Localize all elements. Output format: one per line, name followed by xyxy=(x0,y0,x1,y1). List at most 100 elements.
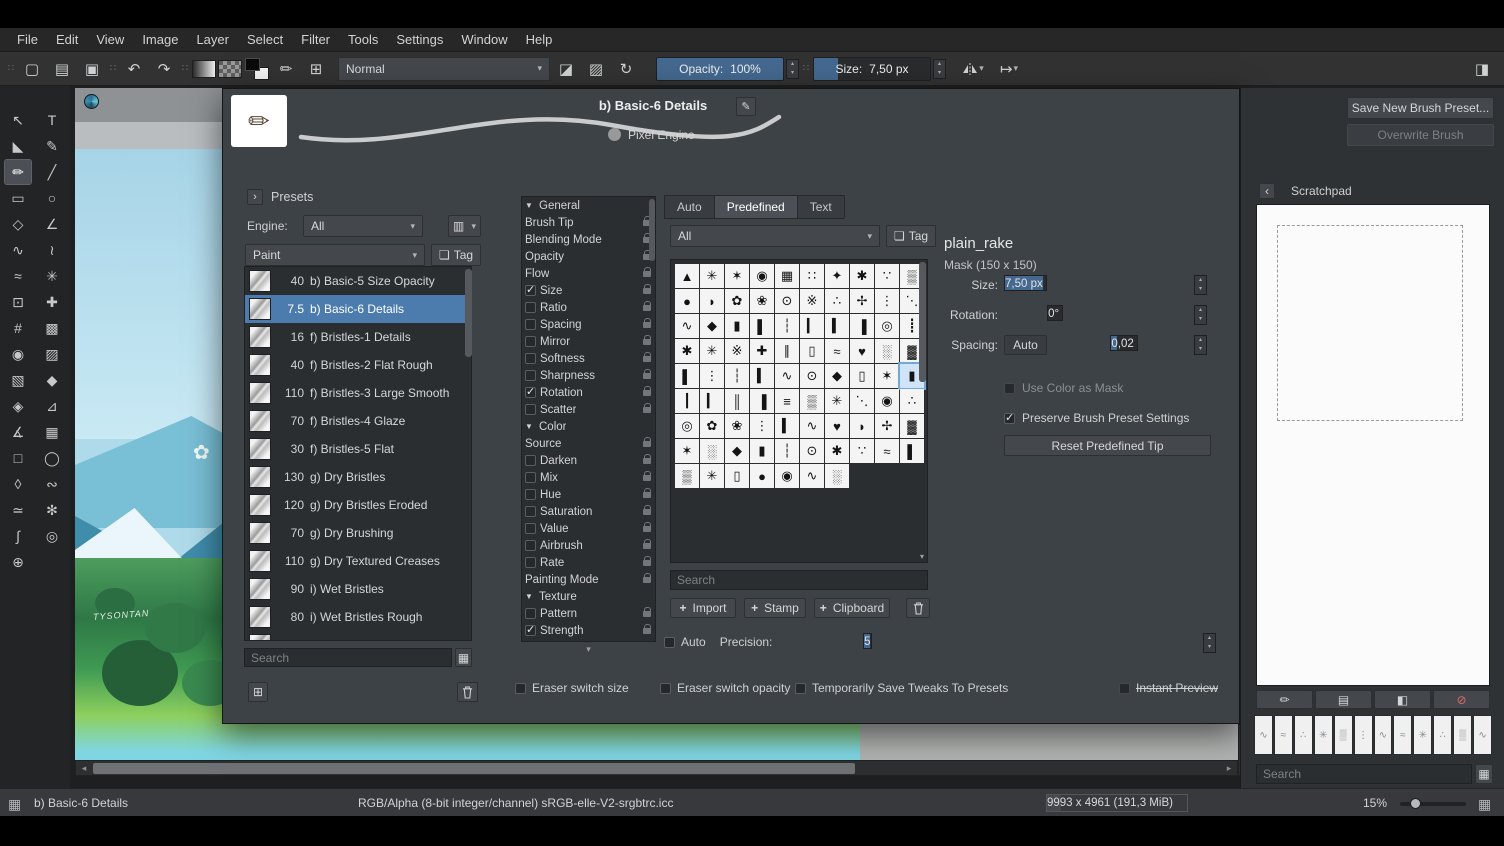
brush-tip-thumbnail[interactable]: ┃ xyxy=(675,389,699,413)
move-tool[interactable]: ✚ xyxy=(39,290,65,314)
tip-filter-combobox[interactable]: All xyxy=(670,225,880,247)
precision-slider[interactable]: 5 xyxy=(863,633,871,649)
brush-tip-thumbnail[interactable]: ● xyxy=(750,464,774,488)
lock-icon[interactable] xyxy=(643,577,651,583)
brush-tip-thumbnail[interactable]: ▯ xyxy=(800,339,824,363)
import-tip-button[interactable]: Import xyxy=(670,598,736,618)
lock-icon[interactable] xyxy=(643,305,651,311)
overwrite-brush-button[interactable]: Overwrite Brush xyxy=(1347,124,1494,146)
option-checkbox[interactable] xyxy=(525,625,536,636)
eraser-switch-opacity-checkbox[interactable] xyxy=(660,683,671,694)
brush-tip-thumbnail[interactable]: ▐ xyxy=(850,314,874,338)
brush-tip-thumbnail[interactable]: ◎ xyxy=(675,414,699,438)
brush-tip-thumbnail[interactable]: ▒ xyxy=(675,464,699,488)
preset-list-scrollbar[interactable] xyxy=(465,269,472,357)
preset-list-item[interactable]: 130 g) Dry Bristles xyxy=(245,463,471,491)
preset-strip-thumbnail[interactable]: ∴ xyxy=(1433,715,1452,755)
tip-rotation-slider[interactable]: 0° xyxy=(1047,305,1063,321)
brush-tip-thumbnail[interactable]: ✢ xyxy=(875,414,899,438)
lock-icon[interactable] xyxy=(643,492,651,498)
measure-tool[interactable]: ∡ xyxy=(5,420,31,444)
eraser-mode-button[interactable]: ◪ xyxy=(552,56,580,82)
brush-tip-thumbnail[interactable]: ▒ xyxy=(800,389,824,413)
brush-preset-chooser-button[interactable]: ✏ xyxy=(272,56,300,82)
brush-tip-thumbnail[interactable]: ▌ xyxy=(675,364,699,388)
brush-tip-thumbnail[interactable]: ▲ xyxy=(675,264,699,288)
mirror-horizontal-button[interactable]: ▾ xyxy=(956,56,990,82)
tip-grid-scroll-down-icon[interactable]: ▾ xyxy=(917,552,927,561)
preset-strip-thumbnail[interactable]: ∿ xyxy=(1254,715,1273,755)
menu-filter[interactable]: Filter xyxy=(292,28,339,52)
scratchpad-fill-gradient-button[interactable]: ◧ xyxy=(1374,690,1431,709)
statusbar-right-icon[interactable]: ▦ xyxy=(1478,796,1491,813)
preset-strip-thumbnail[interactable]: ⋮ xyxy=(1354,715,1373,755)
brush-tip-thumbnail[interactable]: ♥ xyxy=(825,414,849,438)
brush-tip-thumbnail[interactable]: ♥ xyxy=(850,339,874,363)
brush-tip-thumbnail[interactable]: ▌ xyxy=(900,439,924,463)
scratchpad-reset-button[interactable]: ⊘ xyxy=(1433,690,1490,709)
preserve-alpha-button[interactable]: ▨ xyxy=(582,56,610,82)
transform-select-tool[interactable]: ↖ xyxy=(5,108,31,132)
scroll-left-icon[interactable]: ◂ xyxy=(76,763,92,774)
assistants-tool[interactable]: ⊿ xyxy=(39,394,65,418)
lock-icon[interactable] xyxy=(643,339,651,345)
brush-tip-thumbnail[interactable]: ✳ xyxy=(700,264,724,288)
lock-icon[interactable] xyxy=(643,475,651,481)
save-new-brush-preset-button[interactable]: Save New Brush Preset... xyxy=(1347,97,1494,119)
brush-tip-thumbnail[interactable]: ║ xyxy=(725,389,749,413)
reference-images-tool[interactable]: ▦ xyxy=(39,420,65,444)
brush-tip-thumbnail[interactable]: ◆ xyxy=(725,439,749,463)
brush-tip-thumbnail[interactable]: ⋮ xyxy=(700,364,724,388)
brush-option-row[interactable]: Spacing xyxy=(522,316,655,333)
freehand-select-tool[interactable]: ∾ xyxy=(39,472,65,496)
size-slider[interactable]: Size: 7,50 px xyxy=(813,57,931,81)
dynamic-brush-tool[interactable]: ≈ xyxy=(5,264,31,288)
precision-auto-checkbox[interactable] xyxy=(664,637,675,648)
brush-tip-thumbnail[interactable]: ∿ xyxy=(800,464,824,488)
brush-option-row[interactable]: Painting Mode xyxy=(522,571,655,588)
new-document-button[interactable]: ▢ xyxy=(18,56,46,82)
brush-option-row[interactable]: Softness xyxy=(522,350,655,367)
brush-option-row[interactable]: Pattern xyxy=(522,605,655,622)
brush-tip-thumbnail[interactable]: ⋱ xyxy=(850,389,874,413)
preset-strip-thumbnail[interactable]: ∿ xyxy=(1473,715,1492,755)
toolbar-drag-handle[interactable]: ∷ xyxy=(108,63,118,74)
brush-tip-thumbnail[interactable]: ▎ xyxy=(700,389,724,413)
presets-tag-button[interactable]: ❏ Tag xyxy=(431,244,481,266)
tab-auto[interactable]: Auto xyxy=(664,195,714,219)
docker-search-save-button[interactable]: ▦ xyxy=(1475,764,1493,784)
eraser-switch-size-checkbox[interactable] xyxy=(515,683,526,694)
brush-tip-thumbnail[interactable]: ※ xyxy=(800,289,824,313)
option-checkbox[interactable] xyxy=(525,336,536,347)
brush-option-row[interactable]: General xyxy=(522,197,655,214)
brush-tip-thumbnail[interactable]: ✶ xyxy=(725,264,749,288)
brush-tip-thumbnail[interactable]: ✱ xyxy=(675,339,699,363)
brush-tip-thumbnail[interactable]: ✦ xyxy=(825,264,849,288)
toolbar-drag-handle[interactable]: ∷ xyxy=(180,63,190,74)
brush-option-row[interactable]: Sharpness xyxy=(522,367,655,384)
magic-wand-select-tool[interactable]: ✻ xyxy=(39,498,65,522)
open-document-button[interactable]: ▤ xyxy=(48,56,76,82)
precision-spinner[interactable] xyxy=(1203,633,1216,653)
brush-option-row[interactable]: Color xyxy=(522,418,655,435)
menu-select[interactable]: Select xyxy=(238,28,292,52)
lock-icon[interactable] xyxy=(643,560,651,566)
menu-edit[interactable]: Edit xyxy=(47,28,87,52)
brush-tip-thumbnail[interactable]: ░ xyxy=(700,439,724,463)
workspace-chooser-button[interactable]: ⊞ xyxy=(302,56,330,82)
pan-tool[interactable]: ⊕ xyxy=(5,550,31,574)
brush-tip-thumbnail[interactable]: ≡ xyxy=(775,389,799,413)
lock-icon[interactable] xyxy=(643,373,651,379)
scratchpad-collapse-button[interactable]: ‹ xyxy=(1259,183,1275,199)
lock-icon[interactable] xyxy=(643,271,651,277)
brush-tip-thumbnail[interactable]: ∿ xyxy=(800,414,824,438)
similar-color-select-tool[interactable]: ≃ xyxy=(5,498,31,522)
preset-strip-thumbnail[interactable]: ✳ xyxy=(1314,715,1333,755)
tip-grid-scrollbar[interactable] xyxy=(919,262,926,382)
option-checkbox[interactable] xyxy=(525,319,536,330)
brush-tip-thumbnail[interactable]: ┆ xyxy=(725,364,749,388)
brush-tip-thumbnail[interactable]: ⋮ xyxy=(750,414,774,438)
lock-icon[interactable] xyxy=(643,390,651,396)
preset-strip-thumbnail[interactable]: ≈ xyxy=(1274,715,1293,755)
fill-tool[interactable]: ◆ xyxy=(39,368,65,392)
